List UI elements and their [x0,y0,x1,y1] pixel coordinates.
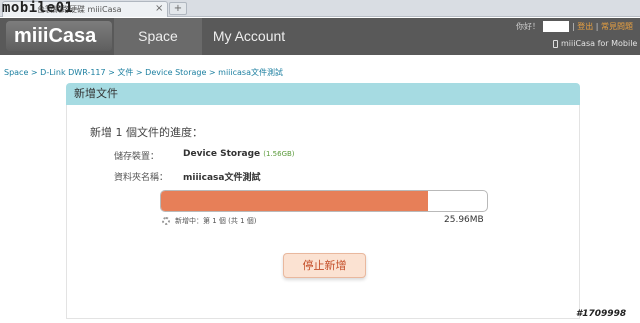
progress-heading: 新增 1 個文件的進度： [90,126,203,139]
logout-link[interactable]: 登出 [577,22,593,31]
greeting-text: 你好！ [516,22,540,31]
status-text: 新增中：第 1 個 (共 1 個) [175,217,257,225]
upload-progress-bar [160,190,488,212]
storage-name: Device Storage [183,149,261,159]
spinner-icon [162,217,170,225]
close-tab-icon[interactable]: × [155,3,163,14]
nav-tab-my-account[interactable]: My Account [202,18,296,55]
upload-size: 25.96MB [444,215,484,225]
watermark-logo: mobile01 [2,0,74,16]
browser-tab-strip: 台製網路硬碟 miiiCasa × + [0,0,640,17]
progress-fill [161,191,429,211]
miiicasa-logo[interactable]: miiiCasa [6,21,112,51]
folder-label: 資料夾名稱： [114,173,169,183]
mobile-link-label: miiiCasa for Mobile [561,39,638,48]
phone-icon [553,39,558,48]
upload-status: 新增中：第 1 個 (共 1 個) [162,216,257,226]
storage-value: Device Storage (1.56GB) [183,149,295,159]
breadcrumb[interactable]: Space > D-Link DWR-117 > 文件 > Device Sto… [4,67,283,78]
watermark-post-id: #1709998 [576,309,627,319]
username-box [543,21,569,32]
stop-upload-button[interactable]: 停止新增 [283,253,366,278]
folder-value: miiicasa文件測試 [183,173,261,183]
panel-title: 新增文件 [66,83,580,105]
mobile-link[interactable]: miiiCasa for Mobile [553,39,637,48]
user-greeting: 你好！ | 登出 | 常見問題 [516,21,634,32]
new-tab-button[interactable]: + [169,2,187,15]
storage-size: (1.56GB) [263,150,295,158]
faq-link[interactable]: 常見問題 [601,22,633,31]
storage-label: 儲存裝置： [114,152,160,162]
site-header: miiiCasa Space My Account 你好！ | 登出 | 常見問題… [0,18,640,55]
nav-tab-space[interactable]: Space [114,18,202,55]
